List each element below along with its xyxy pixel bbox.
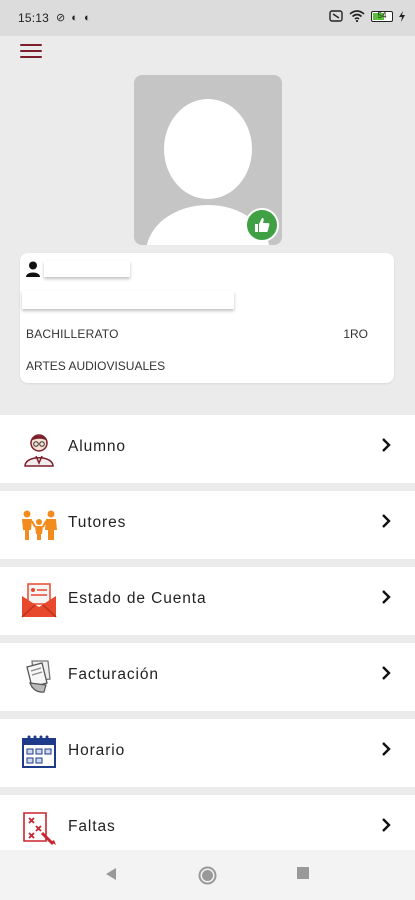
notification-icon: ◐ <box>71 12 78 24</box>
menu-line <box>20 56 42 58</box>
status-notification-icons: ⊘ ◐ ◐ <box>56 11 94 24</box>
home-icon[interactable] <box>198 866 217 885</box>
invoice-icon <box>26 660 51 693</box>
person-icon <box>26 261 40 277</box>
notification-icon: ◐ <box>84 12 91 24</box>
recents-icon[interactable] <box>296 866 310 880</box>
chevron-right-icon <box>382 742 391 756</box>
menu-label-facturacion: Facturación <box>68 666 159 683</box>
study-area: ARTES AUDIOVISUALES <box>26 359 166 373</box>
grade-label: 1RO <box>343 327 368 341</box>
student-name-redacted <box>44 261 130 277</box>
student-info-card: BACHILLERATO 1RO ARTES AUDIOVISUALES <box>20 253 394 383</box>
calendar-icon <box>22 735 56 768</box>
student-icon <box>24 434 54 467</box>
chevron-right-icon <box>382 818 391 832</box>
absences-icon <box>23 812 56 846</box>
menu-line <box>20 44 42 46</box>
education-level: BACHILLERATO <box>26 327 119 341</box>
hamburger-menu-button[interactable] <box>20 44 42 62</box>
thumbs-up-icon[interactable] <box>245 208 279 242</box>
menu-line <box>20 50 42 52</box>
family-icon <box>22 510 57 540</box>
status-time: 15:13 <box>18 11 50 25</box>
menu-label-estado-de-cuenta: Estado de Cuenta <box>68 590 207 607</box>
status-right: 54 <box>329 10 405 22</box>
wifi-icon <box>349 10 365 22</box>
battery-icon: 54 <box>371 10 393 22</box>
system-navigation-bar <box>0 850 415 900</box>
envelope-statement-icon <box>21 583 57 618</box>
alarm-icon <box>329 10 343 22</box>
battery-level: 54 <box>377 10 387 20</box>
menu-item-tutores[interactable]: Tutores <box>0 491 415 559</box>
chevron-right-icon <box>382 590 391 604</box>
back-icon[interactable] <box>103 866 119 882</box>
menu-item-estado-de-cuenta[interactable]: Estado de Cuenta <box>0 567 415 635</box>
menu-item-alumno[interactable]: Alumno <box>0 415 415 483</box>
student-detail-redacted <box>22 291 234 309</box>
menu-label-alumno: Alumno <box>68 438 126 455</box>
status-bar: 15:13 ⊘ ◐ ◐ 54 <box>0 0 415 36</box>
menu-label-horario: Horario <box>68 742 126 759</box>
chevron-right-icon <box>382 438 391 452</box>
menu-label-faltas: Faltas <box>68 818 116 835</box>
menu-item-horario[interactable]: Horario <box>0 719 415 787</box>
menu-label-tutores: Tutores <box>68 514 127 531</box>
charging-icon <box>399 10 405 22</box>
main-menu-list: Alumno Tutores Estado de Cuenta Facturac… <box>0 415 415 871</box>
chevron-right-icon <box>382 666 391 680</box>
mute-icon: ⊘ <box>56 12 66 24</box>
chevron-right-icon <box>382 514 391 528</box>
menu-item-facturacion[interactable]: Facturación <box>0 643 415 711</box>
